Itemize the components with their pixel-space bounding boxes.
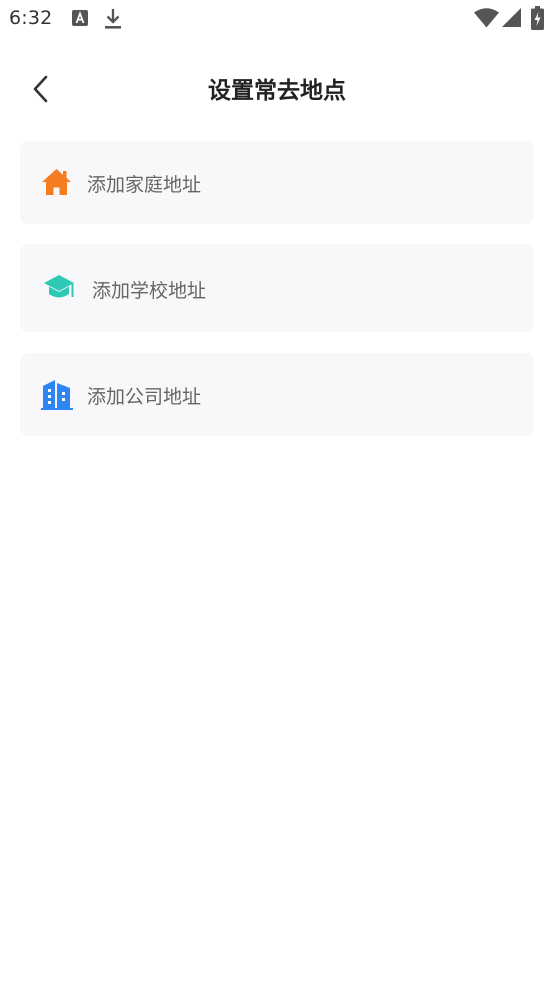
graduation-cap-icon xyxy=(44,275,74,298)
status-bar: 6:32 xyxy=(0,0,554,38)
font-notification-icon xyxy=(72,10,88,26)
add-school-address-card[interactable]: 添加学校地址 xyxy=(20,244,534,332)
page-title: 设置常去地点 xyxy=(208,78,346,104)
add-home-address-label: 添加家庭地址 xyxy=(87,174,202,196)
add-home-address-card[interactable]: 添加家庭地址 xyxy=(20,141,534,224)
add-company-address-card[interactable]: 添加公司地址 xyxy=(20,353,534,436)
wifi-icon xyxy=(474,8,499,28)
download-icon xyxy=(105,9,121,29)
home-icon xyxy=(42,169,71,195)
building-icon xyxy=(41,380,73,410)
add-school-address-label: 添加学校地址 xyxy=(92,280,207,302)
battery-charging-icon xyxy=(531,6,544,30)
add-company-address-label: 添加公司地址 xyxy=(87,386,202,408)
header: 设置常去地点 xyxy=(0,60,554,114)
signal-icon xyxy=(502,8,521,27)
status-time: 6:32 xyxy=(9,7,53,29)
